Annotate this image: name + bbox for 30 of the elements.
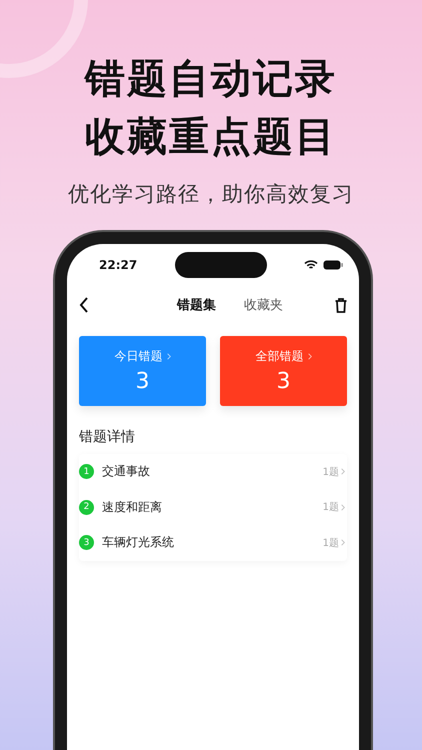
section-title: 错题详情	[78, 428, 136, 447]
question-count: 1题	[322, 536, 339, 550]
tab[interactable]: 错题集	[175, 294, 218, 316]
question-count: 1题	[322, 466, 339, 479]
tab[interactable]: 收藏夹	[242, 294, 285, 316]
back-icon[interactable]	[79, 297, 89, 313]
index-badge: 1	[79, 464, 94, 480]
trash-icon[interactable]	[335, 298, 347, 312]
summary-card[interactable]: 全部错题 3	[220, 336, 347, 406]
headline: 收藏重点题目	[85, 113, 337, 162]
chevron-icon	[308, 353, 312, 360]
card-count: 3	[136, 369, 150, 394]
topic-name[interactable]: 交通事故	[102, 463, 323, 480]
question-count: 1题	[322, 501, 339, 514]
battery-icon	[322, 260, 343, 270]
status-time: 22:27	[99, 258, 138, 272]
wifi-icon	[304, 260, 318, 270]
index-badge: 3	[79, 535, 94, 550]
topic-name[interactable]: 车辆灯光系统	[102, 534, 323, 552]
chevron-icon	[341, 504, 345, 511]
subtitle: 优化学习路径，助你高效复习	[68, 181, 354, 208]
card-count: 3	[276, 369, 290, 394]
card-label: 今日错题	[114, 348, 162, 365]
topic-name[interactable]: 速度和距离	[102, 498, 323, 516]
chevron-icon	[341, 468, 345, 476]
chevron-icon	[166, 353, 170, 360]
headline: 错题自动记录	[85, 55, 337, 104]
card-label: 全部错题	[256, 348, 304, 365]
chevron-icon	[341, 539, 345, 546]
index-badge: 2	[79, 500, 94, 515]
